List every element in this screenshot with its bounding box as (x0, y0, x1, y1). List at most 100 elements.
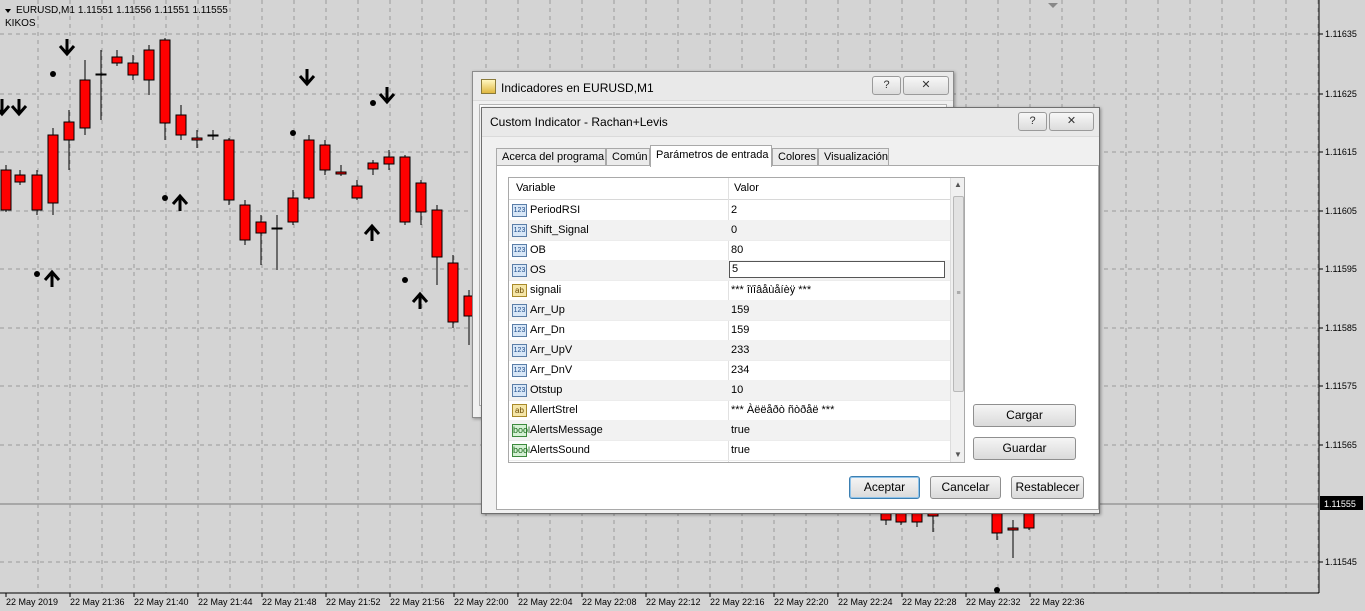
parameters-scrollbar[interactable]: ▲ ≡ ▼ (950, 178, 964, 462)
parameter-value[interactable]: 2 (731, 204, 737, 216)
bear-candle (271, 227, 283, 230)
parameter-value[interactable]: 234 (731, 364, 749, 376)
price-label: 1.11595 (1325, 264, 1357, 274)
bear-candle (159, 39, 171, 124)
bear-candle (399, 156, 411, 223)
parameter-value[interactable]: 159 (731, 324, 749, 336)
parameter-value[interactable]: *** Àëëåðò ñòðåë *** (731, 404, 834, 416)
load-button[interactable]: Cargar (973, 404, 1076, 427)
time-label: 22 May 22:08 (582, 597, 637, 607)
cancel-button[interactable]: Cancelar (930, 476, 1001, 499)
bear-candle (207, 134, 219, 137)
parameter-row[interactable]: bool AlertsMessage true (509, 420, 950, 441)
bear-candle (47, 134, 59, 204)
bear-candle (991, 512, 1003, 534)
ok-button[interactable]: Aceptar (849, 476, 920, 499)
parameter-row[interactable]: 123 Arr_Dn 159 (509, 320, 950, 341)
scroll-up-icon[interactable]: ▲ (951, 178, 964, 192)
custom-indicator-titlebar[interactable]: Custom Indicator - Rachan+Levis ? ✕ (482, 108, 1099, 137)
parameter-value[interactable]: true (731, 444, 750, 456)
tab-colors[interactable]: Colores (772, 148, 818, 166)
column-header-variable[interactable]: Variable (516, 182, 556, 194)
integer-type-icon: 123 (512, 204, 527, 217)
chart-symbol: EURUSD,M1 (16, 5, 75, 16)
parameter-row[interactable]: ab signali *** îïîâåùåíèÿ *** (509, 280, 950, 301)
signal-dot (162, 195, 168, 201)
parameter-row[interactable]: 123 Shift_Signal 0 (509, 220, 950, 241)
bear-candle (63, 121, 75, 141)
chart-ohlc: 1.11551 1.11556 1.11551 1.11555 (77, 5, 228, 16)
signal-dot (994, 587, 1000, 593)
indicators-help-button[interactable]: ? (872, 76, 901, 95)
price-label: 1.11635 (1325, 29, 1357, 39)
tab-common[interactable]: Común (606, 148, 650, 166)
custom-close-button[interactable]: ✕ (1049, 112, 1094, 131)
parameter-value[interactable]: 233 (731, 344, 749, 356)
time-label: 22 May 22:20 (774, 597, 829, 607)
signal-dot (34, 271, 40, 277)
parameter-value[interactable]: 10 (731, 384, 743, 396)
scroll-thumb[interactable]: ≡ (953, 196, 964, 392)
parameter-row[interactable]: 123 Arr_Up 159 (509, 300, 950, 321)
parameter-value[interactable]: 80 (731, 244, 743, 256)
custom-help-button[interactable]: ? (1018, 112, 1047, 131)
parameter-row[interactable]: 123 Arr_UpV 233 (509, 340, 950, 361)
parameter-value[interactable]: true (731, 424, 750, 436)
bear-candle (14, 174, 26, 183)
bear-candle (255, 221, 267, 234)
parameter-name: Shift_Signal (530, 224, 589, 236)
bear-candle (319, 144, 331, 171)
parameters-grid[interactable]: Variable Valor 123 PeriodRSI 2 123 Shift_Sig… (508, 177, 965, 463)
parameter-value[interactable]: 0 (731, 224, 737, 236)
scroll-down-icon[interactable]: ▼ (951, 448, 964, 462)
price-label: 1.11605 (1325, 206, 1357, 216)
reset-button[interactable]: Restablecer (1011, 476, 1084, 499)
price-label: 1.11575 (1325, 381, 1357, 391)
parameter-name: Arr_UpV (530, 344, 573, 356)
parameter-row[interactable]: 123 PeriodRSI 2 (509, 200, 950, 221)
time-label: 22 May 21:44 (198, 597, 253, 607)
bear-candle (383, 156, 395, 165)
tab-visualization[interactable]: Visualización (818, 148, 889, 166)
parameter-row[interactable]: bool AlertsSound true (509, 440, 950, 461)
parameter-name: OB (530, 244, 546, 256)
time-label: 22 May 21:40 (134, 597, 189, 607)
indicators-dialog-title: Indicadores en EURUSD,M1 (501, 81, 654, 95)
boolean-type-icon: bool (512, 444, 531, 457)
signal-dot (290, 130, 296, 136)
tab-about[interactable]: Acerca del programa (496, 148, 606, 166)
indicators-close-button[interactable]: ✕ (903, 76, 949, 95)
parameter-row[interactable]: 123 Arr_DnV 234 (509, 360, 950, 381)
price-label: 1.11565 (1325, 440, 1357, 450)
signal-dot (370, 100, 376, 106)
time-label: 22 May 22:28 (902, 597, 957, 607)
parameter-row[interactable]: ab AllertStrel *** Àëëåðò ñòðåë *** (509, 400, 950, 421)
parameter-name: Arr_Dn (530, 324, 565, 336)
save-button[interactable]: Guardar (973, 437, 1076, 460)
integer-type-icon: 123 (512, 344, 527, 357)
time-label: 22 May 22:04 (518, 597, 573, 607)
bear-candle (223, 139, 235, 201)
parameter-name: AllertStrel (530, 404, 578, 416)
dropdown-triangle-icon[interactable] (5, 8, 11, 13)
column-header-value[interactable]: Valor (734, 182, 759, 194)
parameter-value[interactable]: 159 (731, 304, 749, 316)
time-label: 22 May 21:36 (70, 597, 125, 607)
parameter-row[interactable]: 123 OB 80 (509, 240, 950, 261)
tab-input-parameters[interactable]: Parámetros de entrada (650, 145, 772, 167)
parameter-row[interactable]: 123 OS 5 (509, 260, 950, 281)
bear-candle (31, 174, 43, 211)
parameter-value-input[interactable]: 5 (729, 261, 945, 278)
bear-candle (143, 49, 155, 81)
integer-type-icon: 123 (512, 364, 527, 377)
parameter-value[interactable]: *** îïîâåùåíèÿ *** (731, 284, 811, 296)
bear-candle (335, 171, 347, 175)
time-label: 22 May 22:12 (646, 597, 701, 607)
indicators-dialog-titlebar[interactable]: Indicadores en EURUSD,M1 ? ✕ (473, 72, 953, 101)
bear-candle (239, 204, 251, 241)
custom-indicator-dialog[interactable]: Custom Indicator - Rachan+Levis ? ✕ Acer… (481, 107, 1100, 514)
parameter-name: AlertsSound (530, 444, 590, 456)
integer-type-icon: 123 (512, 324, 527, 337)
parameter-row[interactable]: 123 Otstup 10 (509, 380, 950, 401)
time-label: 22 May 2019 (6, 597, 58, 607)
